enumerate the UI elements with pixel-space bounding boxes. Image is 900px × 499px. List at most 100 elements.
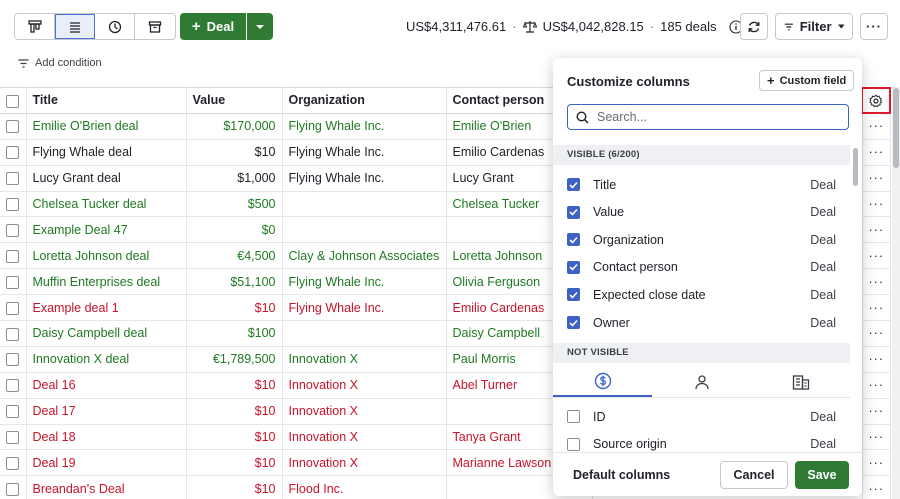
deal-title-cell[interactable]: Emilie O'Brien deal [26, 113, 187, 140]
select-all-checkbox[interactable] [6, 94, 19, 108]
deal-title-cell[interactable]: Innovation X deal [26, 346, 187, 373]
deal-title-cell[interactable]: Example Deal 47 [26, 216, 187, 244]
panel-scrollbar-thumb[interactable] [853, 148, 858, 186]
default-columns-button[interactable]: Default columns [573, 468, 670, 482]
visible-column-item[interactable]: Organization Deal [553, 226, 850, 253]
organization-cell[interactable]: Clay & Johnson Associates [282, 242, 447, 270]
deal-title-cell[interactable]: Chelsea Tucker deal [26, 191, 187, 218]
visible-column-item[interactable]: Expected close date Deal [553, 281, 850, 308]
row-menu-button[interactable]: ··· [862, 191, 891, 218]
add-condition-button[interactable]: Add condition [18, 57, 102, 69]
checked-checkbox[interactable] [567, 233, 580, 247]
deal-title-cell[interactable]: Flying Whale deal [26, 139, 187, 166]
deal-title-cell[interactable]: Daisy Campbell deal [26, 320, 187, 347]
organization-cell[interactable]: Flying Whale Inc. [282, 294, 447, 322]
row-checkbox[interactable] [6, 249, 19, 263]
organization-cell[interactable]: Flying Whale Inc. [282, 113, 447, 140]
table-scrollbar-thumb[interactable] [893, 88, 899, 168]
column-header-organization[interactable]: Organization [282, 87, 447, 114]
cancel-button[interactable]: Cancel [720, 461, 788, 489]
deal-title-cell[interactable]: Deal 17 [26, 398, 187, 425]
deal-title-cell[interactable]: Loretta Johnson deal [26, 242, 187, 270]
deal-title-cell[interactable]: Muffin Enterprises deal [26, 268, 187, 296]
row-checkbox[interactable] [6, 327, 19, 341]
organization-cell[interactable]: Flying Whale Inc. [282, 268, 447, 296]
row-checkbox[interactable] [6, 482, 19, 496]
checked-checkbox[interactable] [567, 205, 580, 219]
deal-title-cell[interactable]: Example deal 1 [26, 294, 187, 322]
add-deal-button[interactable]: + Deal [180, 13, 246, 40]
row-menu-button[interactable]: ··· [862, 294, 891, 322]
visible-column-item[interactable]: Value Deal [553, 199, 850, 226]
deal-title-cell[interactable]: Lucy Grant deal [26, 165, 187, 192]
organization-cell[interactable]: Flying Whale Inc. [282, 165, 447, 192]
refresh-button[interactable] [740, 13, 768, 40]
organization-cell[interactable] [282, 191, 447, 218]
visible-column-item[interactable]: Owner Deal [553, 309, 850, 336]
filter-button[interactable]: Filter [775, 13, 853, 40]
visible-column-item[interactable]: Title Deal [553, 171, 850, 198]
unchecked-checkbox[interactable] [567, 410, 580, 423]
row-menu-button[interactable]: ··· [862, 320, 891, 347]
organization-cell[interactable]: Innovation X [282, 449, 447, 477]
checked-checkbox[interactable] [567, 178, 580, 191]
organization-cell[interactable]: Innovation X [282, 398, 447, 425]
list-view-button[interactable] [55, 14, 95, 39]
row-checkbox[interactable] [6, 172, 19, 186]
row-checkbox[interactable] [6, 301, 19, 315]
column-header-value[interactable]: Value [186, 87, 283, 114]
row-menu-button[interactable]: ··· [862, 475, 891, 499]
checked-checkbox[interactable] [567, 316, 580, 329]
column-header-title[interactable]: Title [26, 87, 187, 114]
row-checkbox[interactable] [6, 405, 19, 419]
row-menu-button[interactable]: ··· [862, 268, 891, 296]
row-menu-button[interactable]: ··· [862, 372, 891, 399]
organization-cell[interactable] [282, 216, 447, 244]
row-menu-button[interactable]: ··· [862, 139, 891, 166]
organization-cell[interactable]: Innovation X [282, 346, 447, 373]
organization-cell[interactable]: Innovation X [282, 372, 447, 399]
row-checkbox[interactable] [6, 353, 19, 367]
visible-column-item[interactable]: Contact person Deal [553, 254, 850, 281]
tab-organization-fields[interactable] [751, 366, 850, 397]
unchecked-checkbox[interactable] [567, 437, 580, 451]
deal-title-cell[interactable]: Deal 18 [26, 424, 187, 451]
organization-cell[interactable]: Flying Whale Inc. [282, 139, 447, 166]
organization-cell[interactable]: Innovation X [282, 424, 447, 451]
row-checkbox[interactable] [6, 224, 19, 237]
row-menu-button[interactable]: ··· [862, 424, 891, 451]
deal-title-cell[interactable]: Deal 19 [26, 449, 187, 477]
hidden-column-item[interactable]: ID Deal [553, 403, 850, 430]
deal-title-cell[interactable]: Deal 16 [26, 372, 187, 399]
row-menu-button[interactable]: ··· [862, 398, 891, 425]
checked-checkbox[interactable] [567, 260, 580, 274]
tab-person-fields[interactable] [652, 366, 751, 397]
archive-view-button[interactable] [135, 14, 175, 39]
organization-cell[interactable] [282, 320, 447, 347]
row-menu-button[interactable]: ··· [862, 242, 891, 270]
row-checkbox[interactable] [6, 379, 19, 393]
row-checkbox[interactable] [6, 431, 19, 445]
row-menu-button[interactable]: ··· [862, 346, 891, 373]
add-deal-menu-button[interactable] [247, 13, 273, 40]
row-checkbox[interactable] [6, 275, 19, 289]
column-search-input[interactable] [597, 110, 827, 124]
column-settings-button[interactable] [861, 87, 891, 114]
more-actions-button[interactable]: ··· [860, 13, 888, 40]
row-checkbox[interactable] [6, 120, 19, 134]
tab-deal-fields[interactable] [553, 366, 652, 397]
save-button[interactable]: Save [795, 461, 849, 489]
row-checkbox[interactable] [6, 457, 19, 471]
row-menu-button[interactable]: ··· [862, 113, 891, 140]
organization-cell[interactable]: Flood Inc. [282, 475, 447, 499]
custom-field-button[interactable]: + Custom field [759, 70, 855, 91]
row-menu-button[interactable]: ··· [862, 216, 891, 244]
pipeline-view-button[interactable] [15, 14, 55, 39]
deal-title-cell[interactable]: Breandan's Deal [26, 475, 187, 499]
checked-checkbox[interactable] [567, 288, 580, 302]
row-menu-button[interactable]: ··· [862, 449, 891, 477]
forecast-view-button[interactable] [95, 14, 135, 39]
row-checkbox[interactable] [6, 198, 19, 212]
column-search-field[interactable] [567, 104, 849, 130]
row-menu-button[interactable]: ··· [862, 165, 891, 192]
